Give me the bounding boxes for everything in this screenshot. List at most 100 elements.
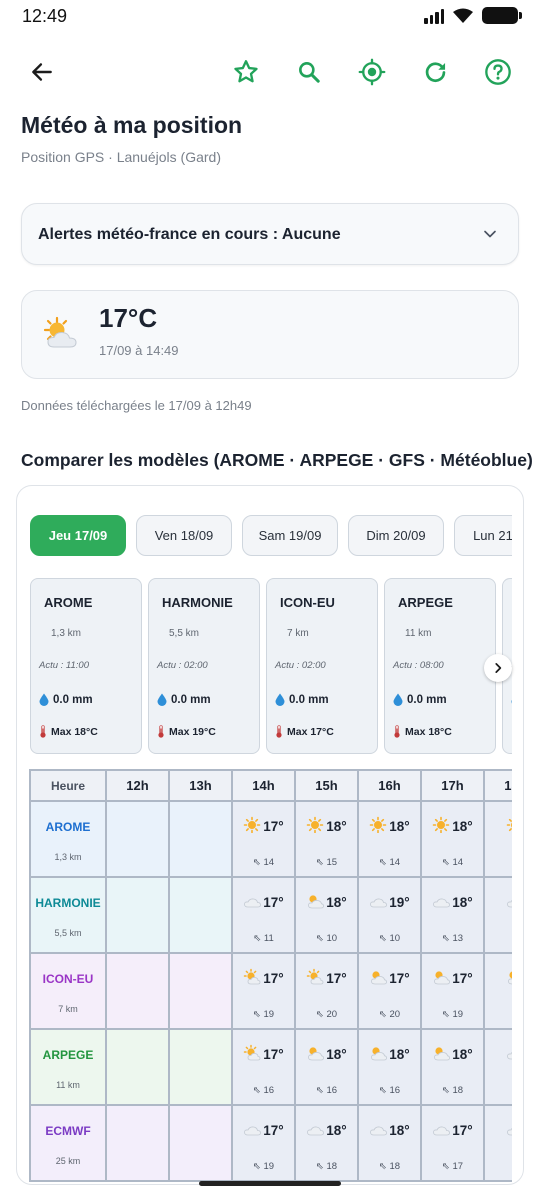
forecast-cell[interactable]: 18° ⇖ 18: [294, 1104, 359, 1182]
forecast-cell[interactable]: 18° ⇖ 18: [357, 1104, 422, 1182]
model-card[interactable]: ARPEGE 11 km Actu : 08:00 0.0 mm Max 18°C: [384, 578, 496, 754]
model-cards[interactable]: AROME 1,3 km Actu : 11:00 0.0 mm Max 18°C HAR…: [29, 578, 512, 756]
help-button[interactable]: [482, 56, 514, 88]
forecast-cell[interactable]: [483, 952, 512, 1030]
scroll-right-button[interactable]: [484, 654, 512, 682]
forecast-cell[interactable]: [168, 876, 233, 954]
model-rain: 0.0 mm: [157, 693, 211, 706]
alerts-dropdown[interactable]: Alertes météo-france en cours : Aucune: [21, 203, 519, 265]
cell-wind: ⇖ 14: [252, 857, 275, 868]
forecast-cell[interactable]: 18° ⇖ 13: [420, 876, 485, 954]
cell-temperature: 17°: [263, 819, 284, 834]
forecast-cell[interactable]: [168, 1104, 233, 1182]
cell-wind: ⇖ 10: [315, 933, 338, 944]
forecast-cell[interactable]: 18° ⇖ 15: [294, 800, 359, 878]
model-card[interactable]: AROME 1,3 km Actu : 11:00 0.0 mm Max 18°C: [30, 578, 142, 754]
cloud-icon: [307, 1126, 325, 1136]
cell-temperature: 18°: [389, 819, 410, 834]
model-card[interactable]: ICON-EU 7 km Actu : 02:00 0.0 mm Max 17°C: [266, 578, 378, 754]
partly-icon: [434, 1047, 451, 1061]
forecast-cell[interactable]: 17° ⇖ 19: [231, 1104, 296, 1182]
search-button[interactable]: [293, 56, 325, 88]
cell-temperature: 17°: [263, 971, 284, 986]
cell-temperature: 18°: [326, 895, 347, 910]
model-rain-value: 0.0 mm: [289, 693, 329, 706]
row-model-resolution: 5,5 km: [54, 928, 82, 938]
forecast-cell[interactable]: 17° ⇖ 20: [294, 952, 359, 1030]
forecast-cell[interactable]: 18° ⇖ 14: [420, 800, 485, 878]
forecast-cell[interactable]: [168, 1028, 233, 1106]
day-tab[interactable]: Ven 18/09: [136, 515, 232, 556]
cell-temperature: 18°: [389, 1047, 410, 1062]
forecast-cell[interactable]: 18° ⇖ 16: [294, 1028, 359, 1106]
day-tab[interactable]: Sam 19/09: [242, 515, 338, 556]
forecast-cell[interactable]: 17° ⇖ 19: [231, 952, 296, 1030]
model-name: HARMONIE: [162, 595, 233, 610]
forecast-cell[interactable]: [168, 952, 233, 1030]
model-max-value: Max 17°C: [287, 725, 334, 738]
cell-temperature: 19°: [389, 895, 410, 910]
cell-wind: ⇖ 13: [441, 933, 464, 944]
status-bar: 12:49: [0, 0, 540, 32]
day-tab[interactable]: Jeu 17/09: [30, 515, 126, 556]
day-tab[interactable]: Dim 20/09: [348, 515, 444, 556]
forecast-cell[interactable]: 18° ⇖ 10: [294, 876, 359, 954]
day-tabs[interactable]: Jeu 17/09 Ven 18/09 Sam 19/09 Dim 20/09 Lun …: [29, 514, 512, 558]
forecast-cell[interactable]: [105, 876, 170, 954]
chevron-down-icon: [484, 230, 496, 238]
forecast-cell[interactable]: 17° ⇖ 14: [231, 800, 296, 878]
forecast-cell[interactable]: [483, 1104, 512, 1182]
row-model-name: ARPEGE: [42, 1048, 94, 1062]
favorite-button[interactable]: [230, 56, 262, 88]
forecast-cell[interactable]: 17° ⇖ 20: [357, 952, 422, 1030]
forecast-cell[interactable]: [105, 800, 170, 878]
locate-button[interactable]: [356, 56, 388, 88]
table-row: AROME 1,3 km 17° ⇖ 14 18° ⇖ 15 18° ⇖ 14 18° ⇖ 14: [29, 800, 512, 878]
forecast-cell[interactable]: [105, 1104, 170, 1182]
cloud-icon: [244, 1126, 262, 1136]
status-time: 12:49: [22, 6, 68, 26]
locate-icon: [358, 58, 386, 86]
help-icon: [485, 59, 511, 85]
partly-icon: [507, 971, 512, 985]
row-model-label: ARPEGE 11 km: [29, 1028, 107, 1106]
alerts-text: Alertes météo-france en cours : Aucune: [38, 226, 341, 243]
toolbar: [0, 48, 540, 96]
cell-temperature: 17°: [263, 1123, 284, 1138]
refresh-button[interactable]: [419, 56, 451, 88]
cell-wind: ⇖ 19: [252, 1009, 275, 1020]
cell-temperature: 18°: [326, 819, 347, 834]
forecast-cell[interactable]: 17° ⇖ 19: [420, 952, 485, 1030]
forecast-cell[interactable]: [105, 952, 170, 1030]
row-model-resolution: 11 km: [56, 1080, 80, 1090]
forecast-cell[interactable]: 17° ⇖ 11: [231, 876, 296, 954]
forecast-cell[interactable]: 18° ⇖ 18: [420, 1028, 485, 1106]
model-rain-value: 0.0 mm: [53, 693, 93, 706]
cell-temperature: 17°: [263, 895, 284, 910]
forecast-cell[interactable]: [105, 1028, 170, 1106]
model-card[interactable]: HARMONIE 5,5 km Actu : 02:00 0.0 mm Max 19°C: [148, 578, 260, 754]
forecast-grid[interactable]: Heure12h13h14h15h16h17h18h AROME 1,3 km 17°…: [29, 769, 512, 1184]
day-tab[interactable]: Lun 21/09: [454, 515, 512, 556]
cell-wind: ⇖ 16: [378, 1085, 401, 1096]
model-update-time: Actu : 02:00: [157, 660, 208, 671]
table-row: HARMONIE 5,5 km 17° ⇖ 11 18° ⇖ 10 19° ⇖ 10 18° ⇖ …: [29, 876, 512, 954]
model-max: Max 18°C: [511, 725, 512, 738]
cell-temperature: 18°: [452, 819, 473, 834]
back-button[interactable]: [26, 56, 58, 88]
forecast-cell[interactable]: 18° ⇖ 14: [357, 800, 422, 878]
forecast-cell[interactable]: 17° ⇖ 17: [420, 1104, 485, 1182]
sun-icon: [243, 816, 261, 834]
nav-gesture-handle[interactable]: [199, 1181, 341, 1186]
model-max: Max 18°C: [39, 725, 98, 738]
forecast-cell[interactable]: [168, 800, 233, 878]
forecast-cell[interactable]: [483, 1028, 512, 1106]
forecast-cell[interactable]: [483, 800, 512, 878]
forecast-cell[interactable]: [483, 876, 512, 954]
forecast-cell[interactable]: 19° ⇖ 10: [357, 876, 422, 954]
chevron-right-icon: [495, 663, 502, 673]
forecast-cell[interactable]: 18° ⇖ 16: [357, 1028, 422, 1106]
hour-header: 15h: [294, 769, 359, 802]
thermometer-icon: [511, 725, 512, 738]
forecast-cell[interactable]: 17° ⇖ 16: [231, 1028, 296, 1106]
